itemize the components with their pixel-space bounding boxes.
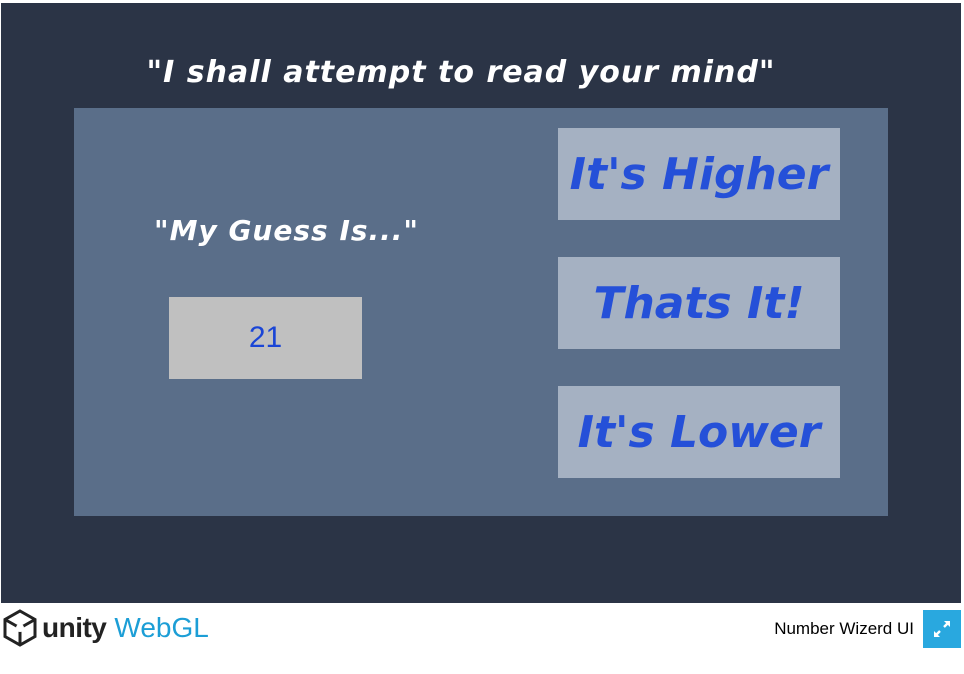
game-canvas[interactable]: "I shall attempt to read your mind" "My … — [1, 3, 961, 603]
footer-title: Number Wizerd UI — [774, 619, 914, 638]
correct-button[interactable]: Thats It! — [558, 257, 840, 349]
webgl-text: WebGL — [114, 612, 209, 643]
fullscreen-button[interactable] — [923, 610, 961, 648]
guess-display: 21 — [169, 297, 362, 379]
higher-button[interactable]: It's Higher — [558, 128, 840, 220]
unity-webgl-logo: unity WebGL — [2, 609, 209, 647]
unity-brand-text: unity — [42, 612, 107, 643]
unity-cube-icon — [3, 609, 37, 647]
webgl-footer: unity WebGL Number Wizerd UI — [0, 603, 964, 674]
headline-text: "I shall attempt to read your mind" — [146, 55, 776, 90]
lower-button[interactable]: It's Lower — [558, 386, 840, 478]
guess-value: 21 — [248, 321, 283, 354]
guess-label: "My Guess Is..." — [154, 214, 420, 247]
fullscreen-expand-icon — [934, 621, 950, 637]
game-panel: "My Guess Is..." 21 It's Higher Thats It… — [74, 108, 888, 516]
